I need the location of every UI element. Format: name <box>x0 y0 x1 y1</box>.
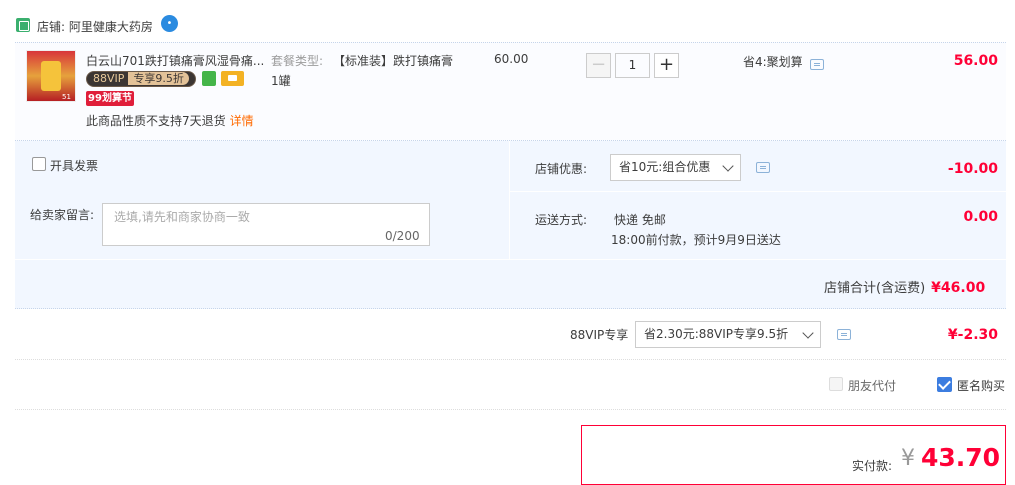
invoice-checkbox[interactable] <box>32 157 46 171</box>
anonymous-label[interactable]: 匿名购买 <box>957 377 1005 394</box>
store-total: 店铺合计(含运费) ¥46.00 <box>824 277 985 296</box>
options-divider <box>510 191 1006 192</box>
options-divider <box>15 259 1006 260</box>
sku-quantity: 1罐 <box>271 74 291 88</box>
promo-comment-icon[interactable] <box>810 59 824 70</box>
thumb-tag: 51 <box>62 93 71 101</box>
invoice-label[interactable]: 开具发票 <box>50 157 98 174</box>
shipping-eta: 18:00前付款，预计9月9日送达 <box>611 233 781 247</box>
vip-discount-label: 88VIP专享 <box>570 328 629 342</box>
item-subtotal: 56.00 <box>953 53 998 69</box>
discount-comment-icon[interactable] <box>756 162 770 173</box>
message-placeholder: 选填,请先和商家协商一致 <box>114 210 250 224</box>
shop-name[interactable]: 店铺: 阿里健康大药房 <box>37 18 153 35</box>
divider <box>15 409 1006 410</box>
vip-discount-select[interactable]: 省2.30元:88VIP专享9.5折 <box>635 321 821 348</box>
options-divider <box>509 141 510 259</box>
divider <box>15 359 1006 360</box>
item-promo: 省4:聚划算 <box>743 55 803 69</box>
store-discount-value: 省10元:组合优惠 <box>619 160 711 174</box>
service-guarantee-icon[interactable] <box>202 71 216 86</box>
store-discount-label: 店铺优惠: <box>535 162 588 176</box>
payment-label: 实付款: <box>852 459 893 473</box>
details-link[interactable]: 详情 <box>230 114 254 128</box>
chevron-down-icon <box>802 327 814 339</box>
vip-discount-value: 省2.30元:88VIP专享9.5折 <box>644 327 789 341</box>
shipping-method: 快递 免邮 <box>614 213 666 227</box>
shop-header: 店铺: 阿里健康大药房 • <box>0 0 1015 42</box>
store-discount-select[interactable]: 省10元:组合优惠 <box>610 154 741 181</box>
store-total-value: ¥46.00 <box>931 280 986 296</box>
product-title-link[interactable]: 白云山701跌打镇痛膏风湿骨痛... <box>86 52 264 69</box>
quantity-increase-button[interactable]: + <box>654 53 679 78</box>
card-payment-icon[interactable] <box>221 71 244 86</box>
friend-pay-label[interactable]: 朋友代付 <box>848 377 896 394</box>
quantity-input[interactable]: 1 <box>615 53 650 78</box>
payment-currency: ¥ <box>901 446 915 471</box>
vip-discount-amount: ¥-2.30 <box>947 327 998 343</box>
shop-icon <box>16 18 30 32</box>
vip-badge-left: 88VIP <box>93 72 125 85</box>
vip-discount-badge: 88VIP 专享9.5折 <box>86 71 196 87</box>
store-discount-amount: -10.00 <box>947 161 998 177</box>
promo-99-tag: 99划算节 <box>86 91 134 106</box>
shipping-label: 运送方式: <box>535 213 588 227</box>
message-char-counter: 0/200 <box>385 229 420 243</box>
sku-value: 【标准装】跌打镇痛膏 <box>333 54 454 68</box>
unit-price: 60.00 <box>494 52 529 66</box>
chevron-down-icon <box>722 160 734 172</box>
anonymous-checkbox[interactable] <box>937 377 952 392</box>
no-return-notice: 此商品性质不支持7天退货 详情 <box>86 112 254 129</box>
vip-badge-right: 专享9.5折 <box>128 72 189 85</box>
wangwang-chat-icon[interactable]: • <box>161 15 178 32</box>
store-total-label: 店铺合计(含运费) <box>824 281 926 296</box>
message-label: 给卖家留言: <box>30 208 95 222</box>
friend-pay-checkbox[interactable] <box>829 377 843 391</box>
shipping-amount: 0.00 <box>963 209 998 225</box>
payment-amount: 43.70 <box>921 443 1001 472</box>
quantity-decrease-button[interactable]: − <box>586 53 611 78</box>
no-return-text: 此商品性质不支持7天退货 <box>86 114 226 128</box>
vip-comment-icon[interactable] <box>837 329 851 340</box>
sku-label: 套餐类型: <box>271 54 324 68</box>
